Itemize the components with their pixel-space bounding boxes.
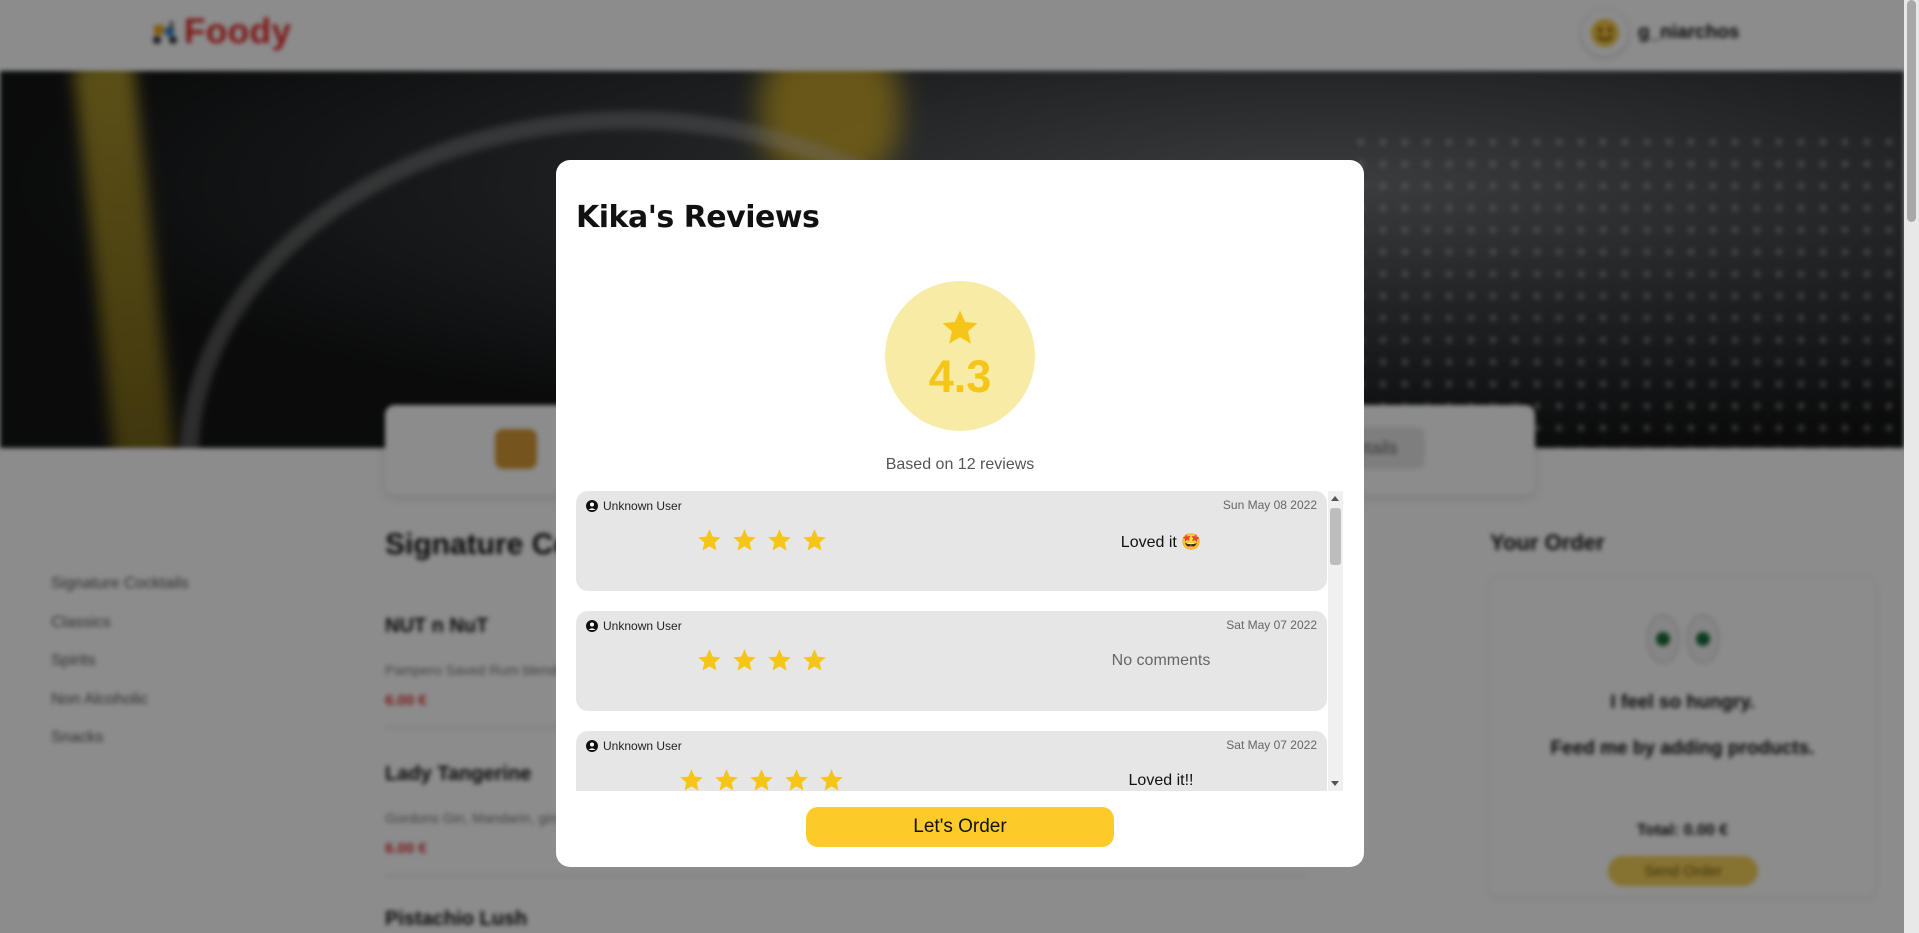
scroll-up-arrow-icon[interactable]	[1331, 496, 1339, 501]
review-stars	[696, 647, 828, 674]
average-rating: 4.3	[928, 351, 992, 402]
review-user: Unknown User	[586, 739, 682, 753]
review-list-scrollbar-thumb[interactable]	[1330, 508, 1341, 565]
review-date: Sun May 08 2022	[1222, 498, 1317, 512]
review-username: Unknown User	[603, 739, 682, 753]
rating-star-icon	[715, 769, 738, 791]
review-card: Unknown User Sat May 07 2022 Loved it!!	[576, 731, 1327, 791]
user-icon	[586, 620, 598, 632]
review-date: Sat May 07 2022	[1226, 738, 1317, 752]
average-rating-badge: 4.3	[885, 281, 1035, 431]
rating-star-icon	[768, 649, 791, 671]
review-stars	[678, 767, 845, 791]
rating-star-icon	[750, 769, 773, 791]
lets-order-button[interactable]: Let's Order	[806, 807, 1114, 847]
rating-star-icon	[803, 529, 826, 551]
review-user: Unknown User	[586, 619, 682, 633]
scroll-down-arrow-icon[interactable]	[1331, 781, 1339, 786]
page-scrollbar-thumb[interactable]	[1907, 0, 1916, 222]
review-username: Unknown User	[603, 499, 682, 513]
rating-star-icon	[698, 649, 721, 671]
user-icon	[586, 500, 598, 512]
review-user: Unknown User	[586, 499, 682, 513]
rating-star-icon	[785, 769, 808, 791]
modal-title: Kika's Reviews	[576, 200, 820, 235]
review-username: Unknown User	[603, 619, 682, 633]
rating-star-icon	[820, 769, 843, 791]
reviews-modal: Kika's Reviews 4.3 Based on 12 reviews U…	[556, 160, 1364, 867]
review-list[interactable]: Unknown User Sun May 08 2022 Loved it 🤩 …	[576, 491, 1354, 791]
review-stars	[696, 527, 828, 554]
review-date: Sat May 07 2022	[1226, 618, 1317, 632]
review-comment: No comments	[1111, 652, 1211, 669]
rating-star-icon	[680, 769, 703, 791]
rating-star-icon	[733, 649, 756, 671]
review-card: Unknown User Sat May 07 2022 No comments	[576, 611, 1327, 711]
page-scrollbar[interactable]	[1904, 0, 1919, 933]
star-icon	[942, 310, 978, 344]
rating-star-icon	[768, 529, 791, 551]
review-comment: Loved it!!	[1128, 772, 1194, 789]
rating-star-icon	[733, 529, 756, 551]
review-card: Unknown User Sun May 08 2022 Loved it 🤩	[576, 491, 1327, 591]
review-comment: Loved it 🤩	[1120, 534, 1202, 551]
review-list-scrollbar[interactable]	[1328, 491, 1343, 791]
rating-star-icon	[698, 529, 721, 551]
rating-star-icon	[803, 649, 826, 671]
review-count: Based on 12 reviews	[885, 456, 1035, 473]
user-icon	[586, 740, 598, 752]
